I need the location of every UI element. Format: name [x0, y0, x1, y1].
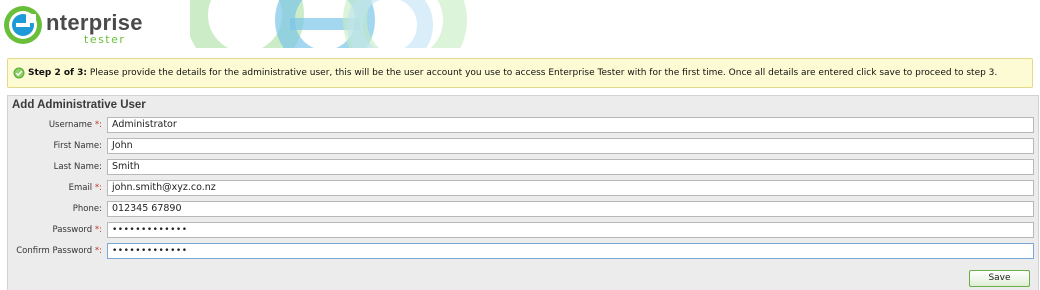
logo-text: nterprise	[46, 10, 143, 35]
phone-label: Phone:	[72, 204, 102, 214]
step-message: Step 2 of 3: Please provide the details …	[28, 67, 997, 79]
email-field[interactable]: john.smith@xyz.co.nz	[107, 180, 1034, 196]
password-row: Password *: •••••••••••••	[8, 221, 1040, 239]
add-admin-user-form: Add Administrative User Username *: Admi…	[7, 95, 1039, 290]
app-header: nterprise tester	[0, 0, 1040, 48]
app-logo[interactable]: nterprise tester	[2, 4, 152, 46]
confirm-password-field[interactable]: •••••••••••••	[107, 243, 1034, 259]
username-field[interactable]: Administrator	[107, 117, 1034, 133]
required-marker: *:	[94, 120, 102, 130]
confirm-password-label: Confirm Password *:	[16, 246, 102, 256]
email-row: Email *: john.smith@xyz.co.nz	[8, 179, 1040, 197]
confirm-password-row: Confirm Password *: •••••••••••••	[8, 242, 1040, 260]
logo-subtext: tester	[84, 33, 126, 46]
required-marker: *:	[94, 225, 102, 235]
last-name-row: Last Name: Smith	[8, 158, 1040, 176]
password-field[interactable]: •••••••••••••	[107, 222, 1034, 238]
last-name-label: Last Name:	[53, 162, 102, 172]
step-description: Please provide the details for the admin…	[86, 68, 998, 78]
first-name-field[interactable]: John	[107, 138, 1034, 154]
check-circle-icon	[13, 67, 25, 79]
save-button[interactable]: Save	[969, 270, 1030, 287]
form-title: Add Administrative User	[12, 99, 146, 111]
enterprise-tester-logo-icon	[4, 6, 42, 44]
step-banner: Step 2 of 3: Please provide the details …	[7, 58, 1033, 88]
email-label: Email *:	[68, 183, 102, 193]
required-marker: *:	[94, 183, 102, 193]
last-name-field[interactable]: Smith	[107, 159, 1034, 175]
password-label: Password *:	[52, 225, 102, 235]
first-name-label: First Name:	[53, 141, 102, 151]
header-decoration	[190, 0, 467, 48]
username-row: Username *: Administrator	[8, 116, 1040, 134]
required-marker: *:	[94, 246, 102, 256]
phone-field[interactable]: 012345 67890	[107, 201, 1034, 217]
username-label: Username *:	[48, 120, 102, 130]
step-label: Step 2 of 3:	[28, 68, 87, 78]
phone-row: Phone: 012345 67890	[8, 200, 1040, 218]
first-name-row: First Name: John	[8, 137, 1040, 155]
